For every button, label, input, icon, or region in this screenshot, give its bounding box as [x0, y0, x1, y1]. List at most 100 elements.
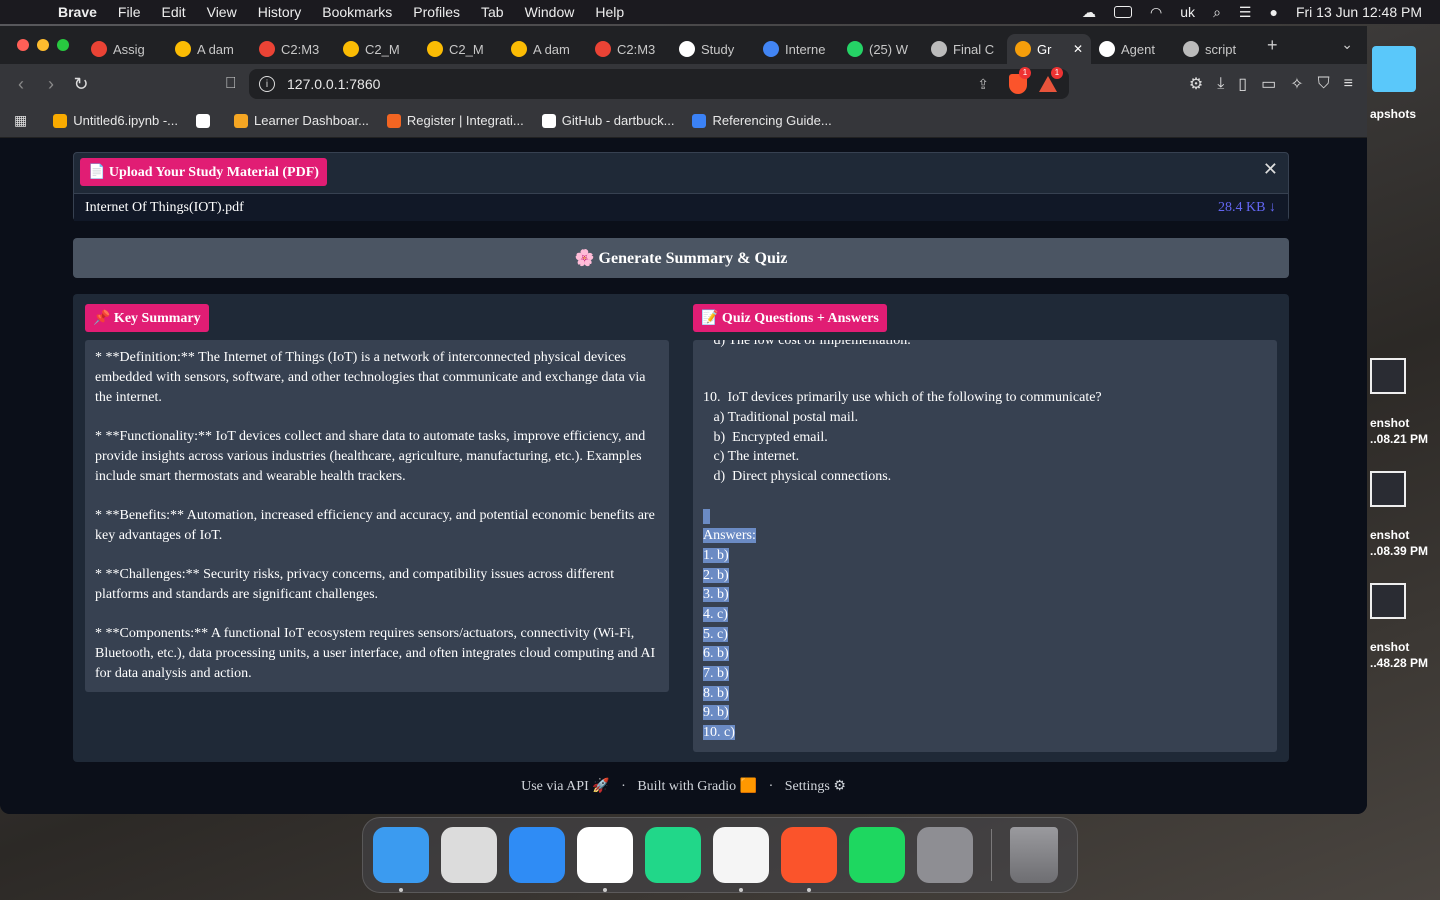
new-tab-button[interactable]: +: [1267, 35, 1278, 56]
browser-tab[interactable]: C2_M: [335, 34, 419, 64]
folder-label[interactable]: apshots: [1370, 106, 1416, 122]
tab-list-chevron-icon[interactable]: ⌄: [1341, 36, 1353, 53]
menubar-clock[interactable]: Fri 13 Jun 12:48 PM: [1296, 4, 1422, 20]
forward-button[interactable]: ›: [36, 74, 66, 95]
sidebar-icon[interactable]: ▯: [1238, 74, 1247, 94]
browser-tab[interactable]: C2:M3: [587, 34, 671, 64]
bookmark-label: Untitled6.ipynb -...: [73, 113, 179, 128]
control-center-icon[interactable]: ☰: [1239, 4, 1252, 21]
dock-app-brave-icon[interactable]: [781, 827, 837, 892]
generate-summary-quiz-button[interactable]: 🌸 Generate Summary & Quiz: [73, 238, 1289, 278]
battery-icon[interactable]: [1114, 6, 1133, 18]
footer-separator: ·: [621, 779, 626, 794]
clear-upload-icon[interactable]: ✕: [1263, 159, 1278, 180]
notification-icon[interactable]: ☁: [1082, 4, 1096, 21]
vpn-icon[interactable]: ⛉: [1318, 75, 1330, 93]
trash-icon[interactable]: [1010, 827, 1058, 883]
browser-tab[interactable]: Interne: [755, 34, 839, 64]
browser-tab[interactable]: Study: [671, 34, 755, 64]
share-icon[interactable]: ⇪: [977, 76, 989, 93]
siri-icon[interactable]: ●: [1269, 4, 1277, 20]
dock-app-vs-code-icon[interactable]: [577, 827, 633, 892]
tab-favicon-icon: [1015, 41, 1031, 57]
extensions-icon[interactable]: ⚙: [1189, 74, 1203, 94]
menu-app-name[interactable]: Brave: [58, 4, 97, 20]
close-tab-icon[interactable]: ✕: [1073, 42, 1083, 56]
browser-tab[interactable]: script: [1175, 34, 1259, 64]
dock-app-spotify-icon[interactable]: [849, 827, 905, 883]
menu-window[interactable]: Window: [525, 4, 575, 20]
browser-tab[interactable]: Final C: [923, 34, 1007, 64]
bookmark-item[interactable]: GitHub - dartbuck...: [541, 113, 675, 128]
tab-label: Gr: [1037, 41, 1052, 57]
menu-edit[interactable]: Edit: [161, 4, 185, 20]
url-text[interactable]: 127.0.0.1:7860: [287, 76, 380, 92]
wallet-icon[interactable]: ▭: [1261, 74, 1276, 94]
quiz-textbox[interactable]: d) The low cost of implementation. 10. I…: [693, 340, 1277, 752]
quiz-line: d) The low cost of implementation.: [703, 340, 911, 348]
quiz-answer: 10. c): [703, 725, 735, 741]
dock-app-pycharm-icon[interactable]: [645, 827, 701, 883]
main-menu-icon[interactable]: ≡: [1344, 75, 1353, 93]
screenshot-thumbnail-3[interactable]: [1370, 583, 1406, 619]
address-bar[interactable]: i 127.0.0.1:7860 ⇪ 1 1: [249, 67, 1069, 99]
bookmark-page-icon[interactable]: ⎕: [226, 75, 236, 93]
file-size-download-link[interactable]: 28.4 KB ↓: [1218, 200, 1276, 216]
use-via-api-link[interactable]: Use via API 🚀: [521, 779, 610, 794]
browser-tab[interactable]: Assig: [83, 34, 167, 64]
bookmark-item[interactable]: Untitled6.ipynb -...: [53, 113, 178, 128]
input-source[interactable]: uk: [1180, 4, 1195, 20]
bookmark-label: GitHub - dartbuck...: [561, 113, 675, 128]
dock-app-finder-icon[interactable]: [373, 827, 429, 892]
tab-label: C2_M: [449, 41, 484, 57]
wifi-icon[interactable]: ◠: [1150, 4, 1162, 21]
tab-label: Assig: [113, 41, 145, 57]
settings-link[interactable]: Settings ⚙: [785, 779, 846, 794]
bookmark-item[interactable]: Learner Dashboar...: [234, 113, 369, 128]
leo-ai-icon[interactable]: ✧: [1290, 74, 1303, 94]
browser-tab[interactable]: Agent: [1091, 34, 1175, 64]
menu-bookmarks[interactable]: Bookmarks: [322, 4, 392, 20]
screenshot-label-1[interactable]: enshot ..08.21 PM: [1370, 415, 1428, 447]
zoom-window-button[interactable]: [57, 39, 69, 51]
menu-tab[interactable]: Tab: [481, 4, 504, 20]
reload-button[interactable]: ↻: [66, 74, 96, 95]
bookmark-item[interactable]: Register | Integrati...: [386, 113, 524, 128]
back-button[interactable]: ‹: [6, 74, 36, 95]
dock-app-safari-icon[interactable]: [713, 827, 769, 892]
folder-icon[interactable]: [1372, 46, 1416, 92]
bookmark-item[interactable]: Referencing Guide...: [692, 113, 832, 128]
dock-app-mail-icon[interactable]: [509, 827, 565, 883]
close-window-button[interactable]: [17, 39, 29, 51]
apps-grid-icon[interactable]: ▦: [14, 112, 27, 129]
tab-favicon-icon: [259, 41, 275, 57]
minimize-window-button[interactable]: [37, 39, 49, 51]
built-with-gradio-link[interactable]: Built with Gradio 🟧: [637, 779, 757, 794]
bookmark-favicon-icon: [386, 113, 401, 128]
screenshot-label-2[interactable]: enshot ..08.39 PM: [1370, 527, 1428, 559]
dock-app-launchpad-icon[interactable]: [441, 827, 497, 883]
screenshot-thumbnail-1[interactable]: [1370, 358, 1406, 394]
browser-tab[interactable]: A dam: [167, 34, 251, 64]
tab-bar: Assig A dam C2:M3 C2_M C2_M A dam C2:M3 Study In…: [0, 26, 1367, 64]
menu-profiles[interactable]: Profiles: [413, 4, 460, 20]
browser-tab[interactable]: C2_M: [419, 34, 503, 64]
downloads-icon[interactable]: ⤓: [1217, 75, 1224, 93]
browser-tab[interactable]: Gr ✕: [1007, 34, 1091, 64]
summary-textbox[interactable]: * **Definition:** The Internet of Things…: [85, 340, 669, 692]
uploaded-file-name[interactable]: Internet Of Things(IOT).pdf: [85, 200, 244, 216]
menu-view[interactable]: View: [207, 4, 237, 20]
browser-tab[interactable]: (25) W: [839, 34, 923, 64]
bookmark-item[interactable]: [196, 113, 216, 128]
dock-app-system-settings-icon[interactable]: [917, 827, 973, 883]
site-info-icon[interactable]: i: [259, 76, 275, 92]
menu-help[interactable]: Help: [595, 4, 624, 20]
browser-tab[interactable]: A dam: [503, 34, 587, 64]
screenshot-label-3[interactable]: enshot ..48.28 PM: [1370, 639, 1428, 671]
spotlight-search-icon[interactable]: ⌕: [1213, 4, 1221, 21]
menu-file[interactable]: File: [118, 4, 141, 20]
screenshot-thumbnail-2[interactable]: [1370, 471, 1406, 507]
pdf-upload-component[interactable]: 📄 Upload Your Study Material (PDF) ✕ Int…: [73, 152, 1289, 221]
browser-tab[interactable]: C2:M3: [251, 34, 335, 64]
menu-history[interactable]: History: [258, 4, 302, 20]
